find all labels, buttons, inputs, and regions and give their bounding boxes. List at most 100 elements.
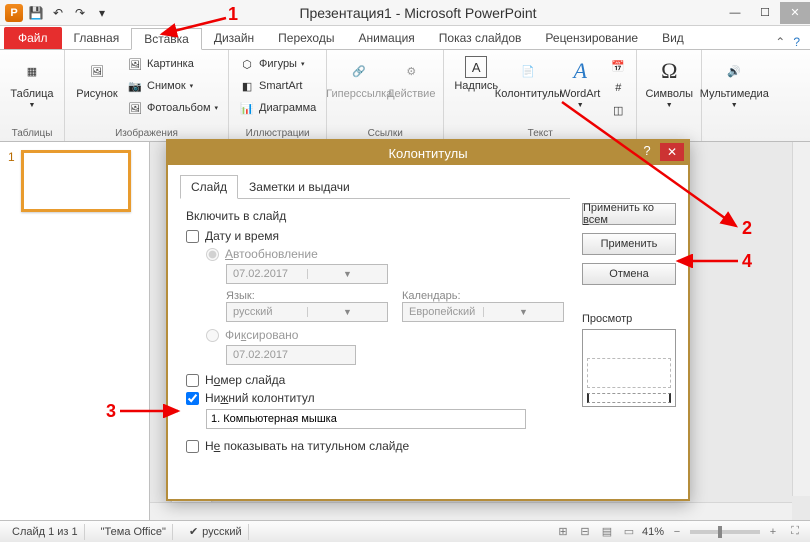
reading-view-icon[interactable]: ▤	[598, 524, 616, 540]
calendar-label: Календарь:	[402, 290, 560, 302]
close-button[interactable]: ✕	[780, 2, 810, 24]
symbols-button[interactable]: ΩСимволы▼	[645, 52, 693, 109]
no-title-label: Не показывать на титульном слайде	[205, 439, 409, 453]
chart-button[interactable]: 📊Диаграмма	[237, 98, 318, 118]
dialog-help-button[interactable]: ?	[636, 143, 658, 161]
fixed-radio	[206, 329, 219, 342]
redo-icon[interactable]: ↷	[70, 3, 90, 23]
zoom-level[interactable]: 41%	[642, 526, 664, 538]
slide-number-checkbox[interactable]	[186, 374, 199, 387]
album-icon: 🖼	[127, 100, 143, 116]
apply-button[interactable]: Применить	[582, 233, 676, 255]
status-theme[interactable]: "Тема Office"	[95, 524, 173, 540]
tab-transitions[interactable]: Переходы	[266, 27, 346, 49]
date-button[interactable]: 📅	[608, 56, 628, 76]
language-label: Язык:	[226, 290, 384, 302]
dialog-title-bar[interactable]: Колонтитулы ? ✕	[168, 141, 688, 165]
date-combo: 07.02.2017▼	[226, 264, 388, 284]
slidenum-button[interactable]: #	[608, 78, 628, 98]
tab-home[interactable]: Главная	[62, 27, 132, 49]
smartart-button[interactable]: ◧SmartArt	[237, 76, 318, 96]
clipart-icon: 🖼	[127, 56, 143, 72]
action-button[interactable]: ⚙Действие	[387, 52, 435, 100]
slide-thumbnail[interactable]	[21, 150, 131, 212]
tab-design[interactable]: Дизайн	[202, 27, 266, 49]
photoalbum-button[interactable]: 🖼Фотоальбом▾	[125, 98, 220, 118]
vertical-scrollbar[interactable]	[792, 142, 810, 496]
zoom-out-button[interactable]: −	[668, 524, 686, 540]
save-icon[interactable]: 💾	[26, 3, 46, 23]
chevron-down-icon: ▼	[483, 307, 563, 317]
clipart-button[interactable]: 🖼Картинка	[125, 54, 220, 74]
tab-notes[interactable]: Заметки и выдачи	[238, 175, 361, 199]
header-footer-button[interactable]: 📄Колонтитулы	[504, 52, 552, 100]
file-tab[interactable]: Файл	[4, 27, 62, 49]
status-slide[interactable]: Слайд 1 из 1	[6, 524, 85, 540]
ribbon-tabs: Файл Главная Вставка Дизайн Переходы Ани…	[0, 26, 810, 50]
fixed-date-input: 07.02.2017	[226, 345, 356, 365]
minimize-ribbon-icon[interactable]: ⌃	[775, 35, 785, 49]
footer-checkbox[interactable]	[186, 392, 199, 405]
undo-icon[interactable]: ↶	[48, 3, 68, 23]
hyperlink-icon: 🔗	[344, 56, 374, 86]
apply-all-button[interactable]: Применить ко всем	[582, 203, 676, 225]
shapes-button[interactable]: ⬡Фигуры▾	[237, 54, 318, 74]
help-icon[interactable]: ?	[793, 35, 800, 49]
horizontal-scrollbar[interactable]	[150, 502, 792, 520]
footer-text-input[interactable]	[206, 409, 526, 429]
wordart-button[interactable]: AWordArt▼	[556, 52, 604, 109]
hyperlink-button[interactable]: 🔗Гиперссылка	[335, 52, 383, 100]
tab-animation[interactable]: Анимация	[346, 27, 426, 49]
tab-insert[interactable]: Вставка	[131, 28, 202, 50]
app-icon[interactable]: P	[4, 3, 24, 23]
include-in-slide-label: Включить в слайд	[186, 209, 564, 223]
footer-label: Нижний колонтитул	[205, 391, 315, 405]
number-icon: #	[610, 80, 626, 96]
qa-customize-icon[interactable]: ▾	[92, 3, 112, 23]
datetime-label: ДДату и времяату и время	[205, 229, 279, 243]
minimize-button[interactable]: —	[720, 2, 750, 24]
annotation-2: 2	[742, 218, 752, 239]
action-icon: ⚙	[396, 56, 426, 86]
language-combo: русский▼	[226, 302, 388, 322]
normal-view-icon[interactable]: ⊞	[554, 524, 572, 540]
object-button[interactable]: ◫	[608, 100, 628, 120]
media-button[interactable]: 🔊Мультимедиа▼	[710, 52, 758, 109]
tab-slideshow[interactable]: Показ слайдов	[427, 27, 534, 49]
thumbnail-item[interactable]: 1	[8, 150, 141, 212]
status-language[interactable]: ✔русский	[183, 524, 249, 540]
no-title-checkbox[interactable]	[186, 440, 199, 453]
picture-icon: 🖼	[82, 56, 112, 86]
status-bar: Слайд 1 из 1 "Тема Office" ✔русский ⊞ ⊟ …	[0, 520, 810, 542]
slideshow-view-icon[interactable]: ▭	[620, 524, 638, 540]
zoom-in-button[interactable]: +	[764, 524, 782, 540]
slide-thumbnails-pane[interactable]: 1	[0, 142, 150, 520]
ribbon: ▦ Таблица▼ Таблицы 🖼 Рисунок 🖼Картинка 📷…	[0, 50, 810, 142]
autoupdate-label: Автообновление	[225, 247, 318, 261]
annotation-4: 4	[742, 251, 752, 272]
slide-number-label: Номер слайда	[205, 373, 285, 387]
textbox-button[interactable]: AНадпись	[452, 52, 500, 92]
picture-button[interactable]: 🖼 Рисунок	[73, 52, 121, 100]
fit-to-window-icon[interactable]: ⛶	[786, 524, 804, 540]
cancel-button[interactable]: Отмена	[582, 263, 676, 285]
screenshot-button[interactable]: 📷Снимок▾	[125, 76, 220, 96]
date-icon: 📅	[610, 58, 626, 74]
group-tables: Таблицы	[8, 126, 56, 141]
datetime-checkbox[interactable]	[186, 230, 199, 243]
slide-number: 1	[8, 150, 15, 212]
table-button[interactable]: ▦ Таблица▼	[8, 52, 56, 109]
quick-access-toolbar: P 💾 ↶ ↷ ▾	[0, 3, 116, 23]
calendar-combo: Европейский▼	[402, 302, 564, 322]
tab-review[interactable]: Рецензирование	[533, 27, 650, 49]
dialog-close-button[interactable]: ✕	[660, 143, 684, 161]
sorter-view-icon[interactable]: ⊟	[576, 524, 594, 540]
title-bar: P 💾 ↶ ↷ ▾ Презентация1 - Microsoft Power…	[0, 0, 810, 26]
zoom-slider[interactable]	[690, 530, 760, 534]
omega-icon: Ω	[654, 56, 684, 86]
tab-view[interactable]: Вид	[650, 27, 696, 49]
maximize-button[interactable]: ☐	[750, 2, 780, 24]
object-icon: ◫	[610, 102, 626, 118]
tab-slide[interactable]: Слайд	[180, 175, 238, 199]
preview-label: Просмотр	[582, 313, 676, 325]
